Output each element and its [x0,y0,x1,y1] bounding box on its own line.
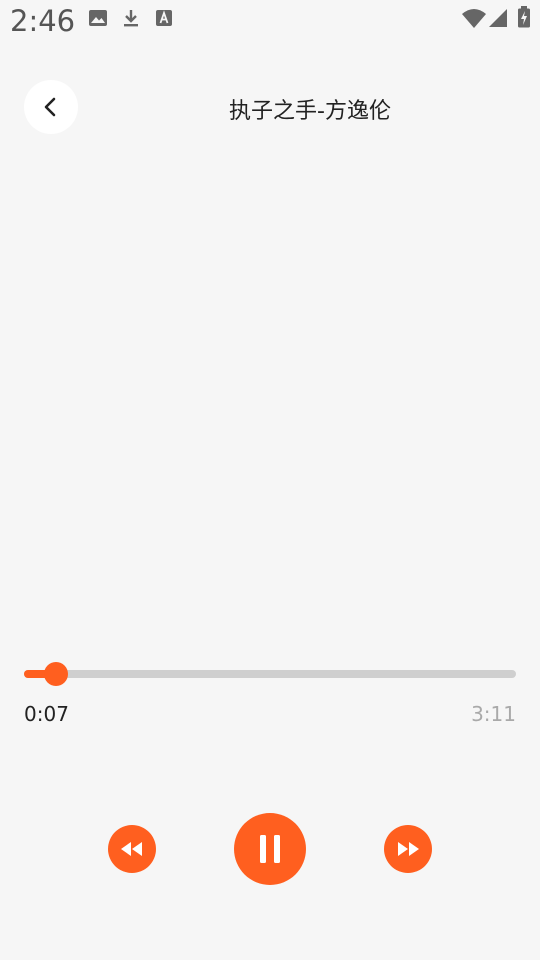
back-button[interactable] [24,80,78,134]
progress-thumb[interactable] [43,662,68,686]
page-title: 执子之手-方逸伦 [229,99,391,124]
rewind-icon [119,840,145,858]
progress-track[interactable] [24,670,516,678]
download-icon [121,8,141,28]
header: 执子之手-方逸伦 [0,80,540,134]
font-icon [154,8,174,28]
total-time: 3:11 [471,702,516,726]
rewind-button[interactable] [108,825,156,873]
chevron-left-icon [41,96,61,118]
wifi-icon [462,8,486,30]
cell-signal-icon [488,8,508,28]
battery-icon [517,6,531,28]
pause-icon [258,833,282,865]
status-bar: 2:46 [0,0,540,48]
pause-button[interactable] [234,813,306,885]
current-time: 0:07 [24,702,69,726]
status-time: 2:46 [10,4,76,38]
fast-forward-icon [395,840,421,858]
progress-slider[interactable] [24,660,516,688]
fast-forward-button[interactable] [384,825,432,873]
image-icon [88,8,108,28]
